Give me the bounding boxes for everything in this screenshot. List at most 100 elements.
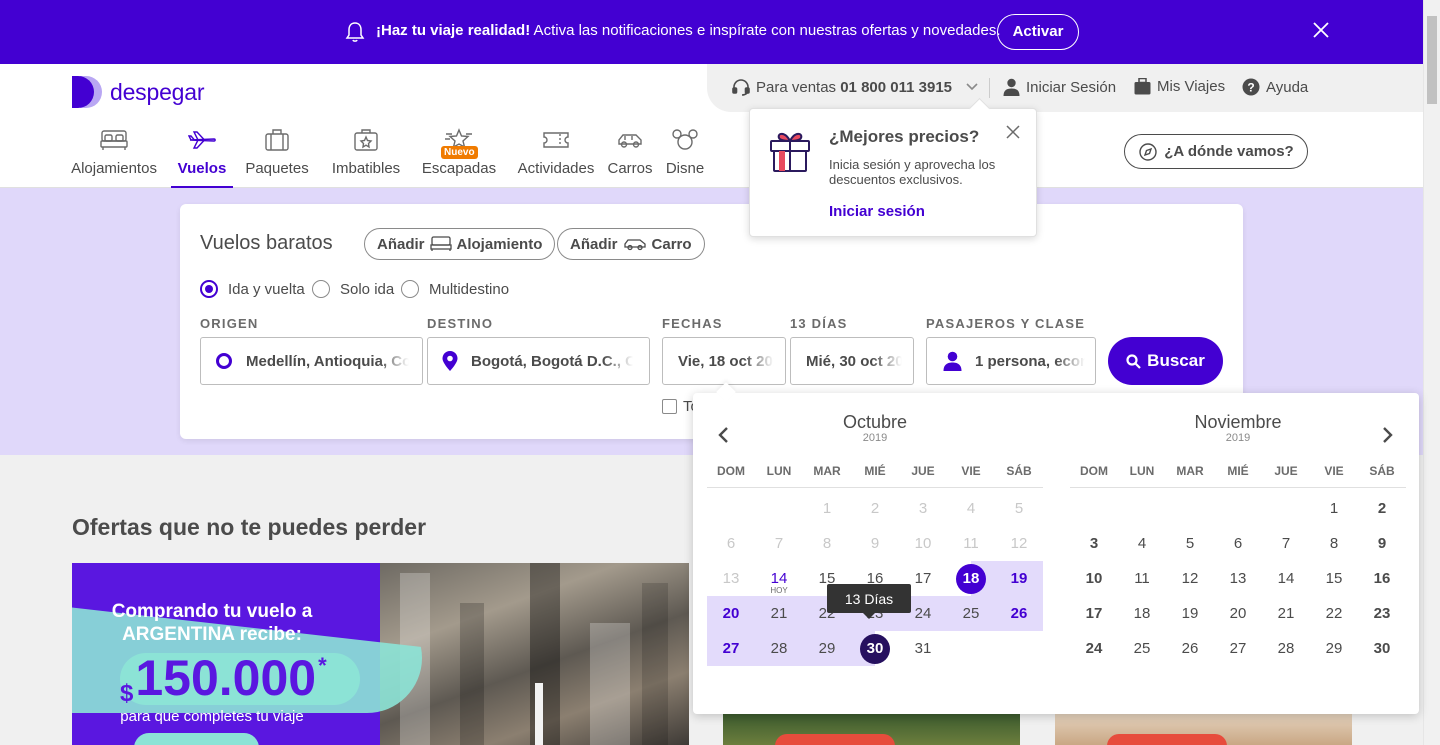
tab-actividades[interactable]: Actividades xyxy=(517,124,595,188)
search-button[interactable]: Buscar xyxy=(1108,337,1223,385)
depart-date-input[interactable]: Vie, 18 oct 2019 xyxy=(662,337,786,385)
popover-description: Inicia sesión y aprovecha los descuentos… xyxy=(829,157,996,187)
calendar-day[interactable]: 15 xyxy=(1310,561,1358,596)
promo-cta-button[interactable] xyxy=(134,733,259,745)
tab-alojamientos[interactable]: Alojamientos xyxy=(71,124,157,188)
argentina-promo-card[interactable]: Comprando tu vuelo a ARGENTINA recibe: $… xyxy=(72,563,689,745)
selected-end-day[interactable]: 30 xyxy=(860,633,890,664)
calendar-day[interactable]: 26 xyxy=(995,596,1043,631)
radio-label: Ida y vuelta xyxy=(228,280,305,298)
help-label: Ayuda xyxy=(1266,78,1309,96)
calendar-day[interactable]: 27 xyxy=(1214,631,1262,666)
popover-title: ¿Mejores precios? xyxy=(829,127,980,146)
add-lodging-chip[interactable]: Añadir Alojamiento xyxy=(364,228,556,260)
activate-notifications-button[interactable]: Activar xyxy=(997,14,1079,50)
login-label: Iniciar Sesión xyxy=(1026,78,1117,96)
calendar-day[interactable]: 20 xyxy=(1214,596,1262,631)
calendar-day[interactable]: 7 xyxy=(1262,526,1310,561)
calendar-day[interactable]: 24 xyxy=(1070,631,1118,666)
calendar-day[interactable]: 27 xyxy=(707,631,755,666)
origin-input[interactable]: Medellín, Antioquia, Colombia xyxy=(200,337,423,385)
calendar-day[interactable]: 8 xyxy=(1310,526,1358,561)
vertical-scrollbar[interactable] xyxy=(1423,0,1440,745)
popover-login-link[interactable]: Iniciar sesión xyxy=(829,203,925,220)
tab-vuelos[interactable]: Vuelos xyxy=(171,124,233,188)
my-trips-link[interactable]: Mis Viajes xyxy=(1134,78,1225,95)
calendar-day[interactable]: 28 xyxy=(755,631,803,666)
add-car-chip[interactable]: Añadir Carro xyxy=(557,228,705,260)
calendar-day[interactable]: 25 xyxy=(1118,631,1166,666)
calendar-day[interactable]: 18 xyxy=(1118,596,1166,631)
tab-disney[interactable]: Disne xyxy=(665,124,705,188)
location-pin-icon xyxy=(442,351,458,371)
calendar-day[interactable]: 26 xyxy=(1166,631,1214,666)
calendar-day[interactable]: 30 xyxy=(1358,631,1406,666)
calendar-day[interactable]: 11 xyxy=(1118,561,1166,596)
calendar-day[interactable]: 25 xyxy=(947,596,995,631)
radio-round-trip[interactable]: Ida y vuelta xyxy=(200,280,305,298)
despegar-logo[interactable]: despegar xyxy=(72,76,205,108)
calendar-day[interactable]: 29 xyxy=(803,631,851,666)
radio-dot[interactable] xyxy=(312,280,330,298)
calendar-day[interactable]: 3 xyxy=(1070,526,1118,561)
bed-icon xyxy=(100,130,128,150)
calendar-day[interactable]: 18 xyxy=(947,561,995,596)
calendar-day[interactable]: 1 xyxy=(1310,491,1358,526)
calendar-day[interactable]: 4 xyxy=(1118,526,1166,561)
calendar-day[interactable]: 19 xyxy=(1166,596,1214,631)
disney-icon xyxy=(672,129,698,150)
login-link[interactable]: Iniciar Sesión xyxy=(1003,78,1116,96)
where-to-button[interactable]: ¿A dónde vamos? xyxy=(1124,134,1308,169)
sales-phone[interactable]: Para ventas 01 800 011 3915 xyxy=(732,78,984,96)
calendar-day[interactable]: 21 xyxy=(755,596,803,631)
selected-start-day[interactable]: 18 xyxy=(956,563,986,594)
bell-icon xyxy=(345,22,365,42)
weekday-header: LUN xyxy=(1129,464,1155,478)
return-date-input[interactable]: Mié, 30 oct 2019 xyxy=(790,337,914,385)
calendar-day[interactable]: 30 xyxy=(851,631,899,666)
calendar-day[interactable]: 14 HOY xyxy=(755,561,803,596)
calendar-day[interactable]: 29 xyxy=(1310,631,1358,666)
passengers-input[interactable]: 1 persona, económica xyxy=(926,337,1096,385)
tab-imbatibles[interactable]: Imbatibles xyxy=(332,124,400,188)
radio-one-way[interactable]: Solo ida xyxy=(312,280,394,298)
calendar-day[interactable]: 5 xyxy=(1166,526,1214,561)
headset-icon xyxy=(732,79,750,96)
tab-escapadas[interactable]: Nuevo Escapadas xyxy=(422,124,496,188)
close-icon[interactable] xyxy=(1311,20,1331,40)
calendar-day[interactable]: 31 xyxy=(899,631,947,666)
radio-multi-destination[interactable]: Multidestino xyxy=(401,280,509,298)
calendar-day[interactable]: 23 xyxy=(1358,596,1406,631)
calendar-day[interactable]: 6 xyxy=(1214,526,1262,561)
calendar-day[interactable]: 2 xyxy=(1358,491,1406,526)
text-fade xyxy=(603,352,633,370)
calendar-day[interactable]: 9 xyxy=(1358,526,1406,561)
tab-paquetes[interactable]: Paquetes xyxy=(245,124,309,188)
calendar-day[interactable]: 17 xyxy=(1070,596,1118,631)
checkbox-box[interactable] xyxy=(662,399,677,414)
destination-input[interactable]: Bogotá, Bogotá D.C., Colombia xyxy=(427,337,650,385)
help-link[interactable]: ? Ayuda xyxy=(1242,78,1308,96)
radio-dot[interactable] xyxy=(401,280,419,298)
calendar-day[interactable]: 22 xyxy=(1310,596,1358,631)
close-icon[interactable] xyxy=(1006,125,1020,139)
calendar-day[interactable]: 20 xyxy=(707,596,755,631)
tab-carros[interactable]: Carros xyxy=(607,124,653,188)
offer-card[interactable] xyxy=(1055,714,1352,745)
calendar-day[interactable]: 13 xyxy=(1214,561,1262,596)
calendar-day[interactable]: 14 xyxy=(1262,561,1310,596)
offer-card[interactable] xyxy=(723,714,1020,745)
calendar-day[interactable]: 16 xyxy=(1358,561,1406,596)
scrollbar-thumb[interactable] xyxy=(1427,16,1437,104)
calendar-day[interactable]: 19 xyxy=(995,561,1043,596)
calendar-day: 5 xyxy=(1014,500,1024,517)
calendar-day[interactable]: 10 xyxy=(1070,561,1118,596)
radio-dot[interactable] xyxy=(200,280,218,298)
calendar-day[interactable]: 28 xyxy=(1262,631,1310,666)
calendar-day[interactable]: 12 xyxy=(1166,561,1214,596)
user-icon xyxy=(1003,78,1020,96)
compass-icon xyxy=(1139,142,1157,161)
notification-banner: ¡Haz tu viaje realidad! Activa las notif… xyxy=(0,0,1423,64)
calendar-day[interactable]: 21 xyxy=(1262,596,1310,631)
tab-label: Carros xyxy=(607,160,653,177)
